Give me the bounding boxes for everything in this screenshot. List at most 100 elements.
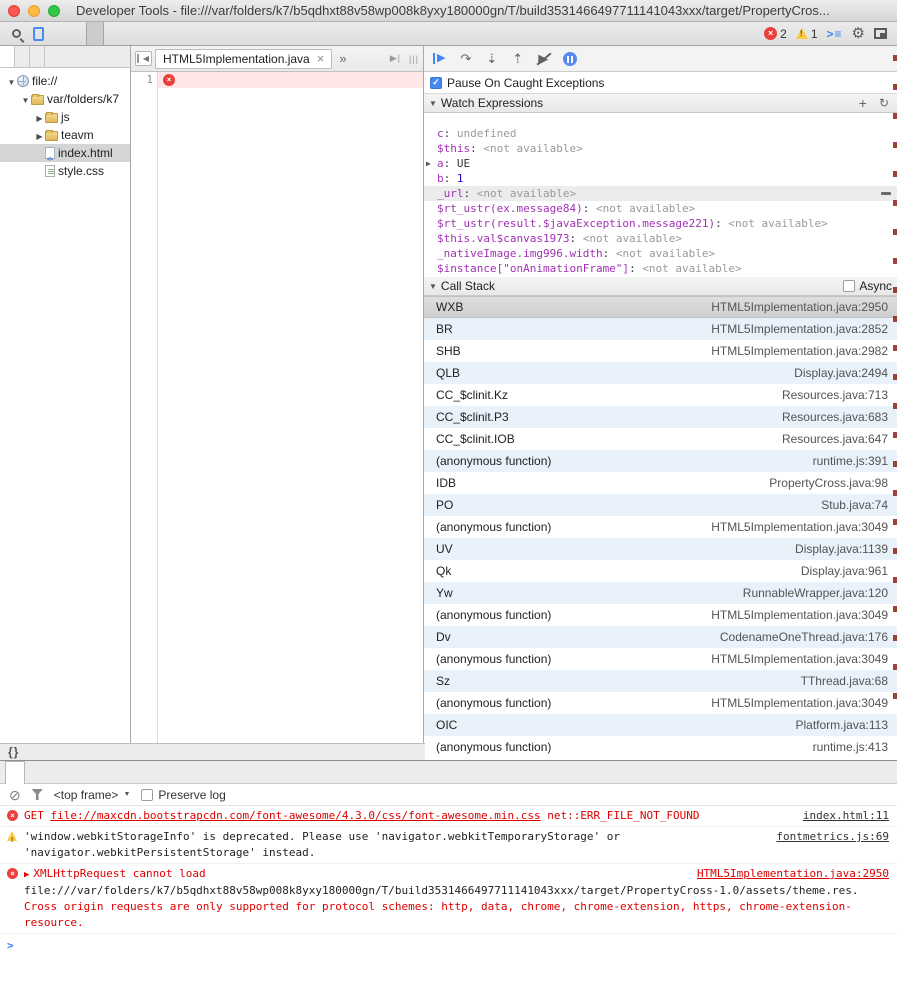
execution-context-select[interactable]: <top frame>▼ xyxy=(54,788,131,802)
add-watch-icon[interactable]: + xyxy=(859,96,867,110)
file-tree-item[interactable]: ▼var/folders/k7 xyxy=(0,90,130,108)
frame-source-link[interactable]: Resources.java:647 xyxy=(782,432,888,446)
call-stack-frame[interactable]: (anonymous function)HTML5Implementation.… xyxy=(424,604,897,626)
file-tree-item[interactable]: ▶teavm xyxy=(0,126,130,144)
zoom-window-button[interactable] xyxy=(48,5,60,17)
watch-expression-row[interactable]: $this.val$canvas1973<not available> xyxy=(424,231,897,246)
step-over-icon[interactable]: ↷ xyxy=(460,52,471,65)
call-stack-frame[interactable]: UVDisplay.java:1139 xyxy=(424,538,897,560)
frame-source-link[interactable]: HTML5Implementation.java:2950 xyxy=(711,300,888,314)
console-prompt[interactable]: > xyxy=(0,934,897,958)
panel-tab[interactable] xyxy=(86,22,104,45)
frame-source-link[interactable]: HTML5Implementation.java:2852 xyxy=(711,322,888,336)
panel-tab[interactable] xyxy=(120,22,136,45)
file-tree-item[interactable]: style.css xyxy=(0,162,130,180)
deactivate-breakpoints-icon[interactable]: ▶ xyxy=(538,52,548,65)
watch-expression-row[interactable]: b1 xyxy=(424,171,897,186)
call-stack-frame[interactable]: (anonymous function)HTML5Implementation.… xyxy=(424,516,897,538)
navigator-tab[interactable] xyxy=(0,46,15,67)
watch-expression-row[interactable]: _nativeImage.img996.width<not available> xyxy=(424,246,897,261)
call-stack-frame[interactable]: WXBHTML5Implementation.java:2950 xyxy=(424,296,897,318)
filter-icon[interactable] xyxy=(32,789,43,800)
panel-tab[interactable] xyxy=(168,22,184,45)
call-stack-frame[interactable]: OICPlatform.java:113 xyxy=(424,714,897,736)
frame-source-link[interactable]: Resources.java:683 xyxy=(782,410,888,424)
frame-source-link[interactable]: Platform.java:113 xyxy=(796,718,889,732)
resume-icon[interactable]: ▶ xyxy=(433,53,445,64)
collapse-section-icon[interactable]: ▼ xyxy=(429,282,437,291)
panel-tab[interactable] xyxy=(70,22,86,45)
navigator-tab[interactable] xyxy=(30,46,45,67)
call-stack-frame[interactable]: BRHTML5Implementation.java:2852 xyxy=(424,318,897,340)
frame-source-link[interactable]: HTML5Implementation.java:3049 xyxy=(711,652,888,666)
watch-expression-row[interactable]: cundefined xyxy=(424,126,897,141)
frame-source-link[interactable]: HTML5Implementation.java:2982 xyxy=(711,344,888,358)
frame-source-link[interactable]: TThread.java:68 xyxy=(801,674,888,688)
watch-expression-row[interactable]: _url<not available> xyxy=(424,186,897,201)
source-link[interactable]: fontmetrics.js:69 xyxy=(776,829,889,845)
pause-on-caught-checkbox[interactable]: ✓ xyxy=(430,77,442,89)
drawer-tab[interactable] xyxy=(5,761,25,784)
hide-navigator-icon[interactable]: ◀ xyxy=(135,51,152,66)
file-tree-item[interactable]: ▶js xyxy=(0,108,130,126)
watch-expression-row[interactable]: $rt_ustr(ex.message84)<not available> xyxy=(424,201,897,216)
resource-link[interactable]: file://maxcdn.bootstrapcdn.com/font-awes… xyxy=(51,809,541,822)
search-icon[interactable] xyxy=(6,25,26,43)
close-tab-icon[interactable]: × xyxy=(317,52,325,65)
panel-tab[interactable] xyxy=(54,22,70,45)
frame-source-link[interactable]: runtime.js:391 xyxy=(813,454,888,468)
call-stack-frame[interactable]: CC_$clinit.KzResources.java:713 xyxy=(424,384,897,406)
call-stack-header[interactable]: ▼ Call Stack Async xyxy=(424,277,897,296)
panel-tab[interactable] xyxy=(152,22,168,45)
device-mode-icon[interactable] xyxy=(28,25,48,43)
error-count-badge[interactable]: ×2 xyxy=(764,27,787,41)
navigator-tab[interactable] xyxy=(15,46,30,67)
step-into-icon[interactable]: ⇣ xyxy=(486,52,497,65)
call-stack-frame[interactable]: (anonymous function)runtime.js:391 xyxy=(424,450,897,472)
source-link[interactable]: HTML5Implementation.java:2950 xyxy=(697,866,889,882)
preserve-log-checkbox[interactable] xyxy=(141,789,153,801)
call-stack-frame[interactable]: CC_$clinit.P3Resources.java:683 xyxy=(424,406,897,428)
call-stack-frame[interactable]: (anonymous function)HTML5Implementation.… xyxy=(424,692,897,714)
panel-tab[interactable] xyxy=(104,22,120,45)
call-stack-frame[interactable]: IDBPropertyCross.java:98 xyxy=(424,472,897,494)
minimize-window-button[interactable] xyxy=(28,5,40,17)
line-error-icon[interactable]: × xyxy=(163,74,175,86)
drawer-tab[interactable] xyxy=(43,761,61,783)
watch-expressions-header[interactable]: ▼ Watch Expressions + ↻ xyxy=(424,94,897,113)
file-tree-item[interactable]: index.html xyxy=(0,144,130,162)
frame-source-link[interactable]: CodenameOneThread.java:176 xyxy=(720,630,888,644)
call-stack-frame[interactable]: SHBHTML5Implementation.java:2982 xyxy=(424,340,897,362)
frame-source-link[interactable]: Display.java:2494 xyxy=(794,366,888,380)
watch-expression-row[interactable]: ▶aUE xyxy=(424,156,897,171)
frame-source-link[interactable]: RunnableWrapper.java:120 xyxy=(743,586,888,600)
pretty-print-button[interactable]: {} xyxy=(8,745,19,759)
settings-gear-icon[interactable]: ⚙ xyxy=(852,26,865,41)
call-stack-frame[interactable]: (anonymous function)HTML5Implementation.… xyxy=(424,648,897,670)
call-stack-frame[interactable]: QLBDisplay.java:2494 xyxy=(424,362,897,384)
delete-watch-icon[interactable] xyxy=(881,192,891,195)
async-checkbox[interactable] xyxy=(843,280,855,292)
frame-source-link[interactable]: PropertyCross.java:98 xyxy=(769,476,888,490)
tree-disclosure-icon[interactable]: ▼ xyxy=(6,74,17,92)
frame-source-link[interactable]: Display.java:961 xyxy=(801,564,888,578)
dock-side-icon[interactable] xyxy=(874,28,887,39)
frame-source-link[interactable]: Display.java:1139 xyxy=(795,542,888,556)
editor-run-icon[interactable]: ▶| xyxy=(390,53,401,64)
source-link[interactable]: index.html:11 xyxy=(803,808,889,824)
frame-source-link[interactable]: HTML5Implementation.java:3049 xyxy=(711,608,888,622)
call-stack-frame[interactable]: POStub.java:74 xyxy=(424,494,897,516)
frame-source-link[interactable]: HTML5Implementation.java:3049 xyxy=(711,520,888,534)
tab-overflow-icon[interactable]: » xyxy=(339,51,346,66)
call-stack-frame[interactable]: (anonymous function)runtime.js:413 xyxy=(424,736,897,758)
file-tree-item[interactable]: ▼file:// xyxy=(0,72,130,90)
call-stack-frame[interactable]: DvCodenameOneThread.java:176 xyxy=(424,626,897,648)
drawer-tab[interactable] xyxy=(61,761,79,783)
close-window-button[interactable] xyxy=(8,5,20,17)
watch-expression-row[interactable]: $instance["onAnimationFrame"]<not availa… xyxy=(424,261,897,276)
call-stack-frame[interactable]: CC_$clinit.IOBResources.java:647 xyxy=(424,428,897,450)
warning-count-badge[interactable]: 1 xyxy=(796,27,818,41)
frame-source-link[interactable]: HTML5Implementation.java:3049 xyxy=(711,696,888,710)
expand-arrow-icon[interactable]: ▶ xyxy=(426,156,431,171)
console-drawer-icon[interactable]: >≡ xyxy=(827,27,843,41)
